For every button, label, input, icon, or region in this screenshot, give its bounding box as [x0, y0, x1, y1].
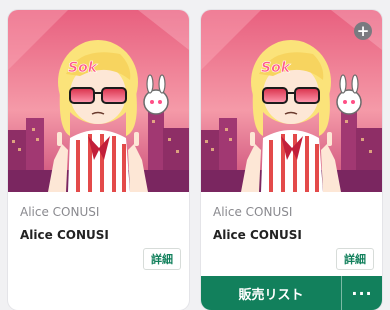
more-options-icon[interactable]: ···: [342, 276, 382, 310]
svg-text:Sok: Sok: [68, 60, 99, 76]
nft-artwork[interactable]: Sok: [8, 10, 189, 192]
detail-button[interactable]: 詳細: [143, 248, 181, 270]
collection-name: Alice CONUSI: [213, 205, 293, 219]
nft-card[interactable]: Sok Alice CONUSI Alice CONUSI 詳細: [8, 10, 189, 310]
nft-artwork[interactable]: Sok: [201, 10, 382, 192]
nft-title[interactable]: Alice CONUSI: [20, 228, 109, 242]
sale-list-button[interactable]: 販売リスト: [201, 276, 341, 310]
detail-button[interactable]: 詳細: [336, 248, 374, 270]
nft-title[interactable]: Alice CONUSI: [213, 228, 302, 242]
nft-card[interactable]: Sok + Alice CONUSI Alice CONUSI 詳細 販売リスト…: [201, 10, 382, 310]
add-icon[interactable]: +: [354, 22, 372, 40]
collection-name: Alice CONUSI: [20, 205, 100, 219]
svg-text:Sok: Sok: [261, 60, 292, 76]
card-action-bar: 販売リスト ···: [201, 276, 382, 310]
